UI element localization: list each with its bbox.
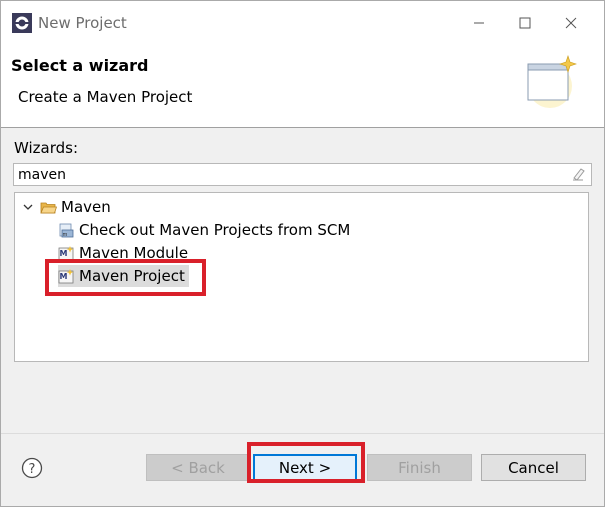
maximize-button[interactable] (502, 1, 548, 45)
back-button[interactable]: < Back (146, 454, 250, 481)
help-icon[interactable]: ? (21, 457, 43, 479)
chevron-down-icon[interactable] (22, 201, 34, 213)
tree-item-maven-module[interactable]: M Maven Module (58, 242, 188, 264)
title-bar: New Project (1, 1, 604, 45)
finish-button[interactable]: Finish (367, 454, 472, 481)
tree-item-maven-project[interactable]: M Maven Project (58, 265, 189, 287)
minimize-icon (474, 22, 484, 24)
eclipse-icon (12, 13, 32, 33)
folder-open-icon (40, 202, 57, 213)
wizard-filter-input[interactable] (13, 163, 592, 186)
svg-text:?: ? (29, 462, 36, 477)
page-description: Create a Maven Project (18, 88, 193, 106)
close-icon (565, 17, 577, 29)
new-project-dialog: New Project Select a wizard Create a Mav… (0, 0, 605, 507)
close-button[interactable] (548, 1, 594, 45)
clear-filter-icon[interactable] (570, 166, 586, 182)
wizard-banner-icon (527, 55, 577, 108)
minimize-button[interactable] (456, 1, 502, 45)
window-title: New Project (38, 14, 127, 32)
tree-node-label: Maven (61, 198, 111, 216)
maven-scm-icon: m (59, 223, 74, 238)
wizard-tree: Maven m Check out Maven Projects from SC… (14, 192, 589, 362)
wizard-header: Select a wizard Create a Maven Project (1, 45, 604, 128)
footer-divider (1, 433, 604, 434)
maven-project-icon: M (58, 268, 74, 283)
svg-text:M: M (60, 249, 68, 258)
tree-node-maven[interactable]: Maven (22, 196, 111, 218)
svg-text:m: m (63, 232, 68, 238)
tree-item-checkout-maven-scm[interactable]: m Check out Maven Projects from SCM (58, 219, 350, 241)
wizards-label: Wizards: (14, 139, 79, 157)
tree-item-label: Maven Module (79, 244, 189, 262)
cancel-button[interactable]: Cancel (481, 454, 586, 481)
maven-module-icon: M (58, 245, 74, 260)
svg-text:M: M (60, 272, 68, 281)
maximize-icon (519, 17, 531, 29)
tree-item-label: Maven Project (79, 267, 185, 285)
next-button[interactable]: Next > (253, 454, 357, 481)
page-title: Select a wizard (11, 56, 149, 75)
tree-item-label: Check out Maven Projects from SCM (79, 221, 351, 239)
